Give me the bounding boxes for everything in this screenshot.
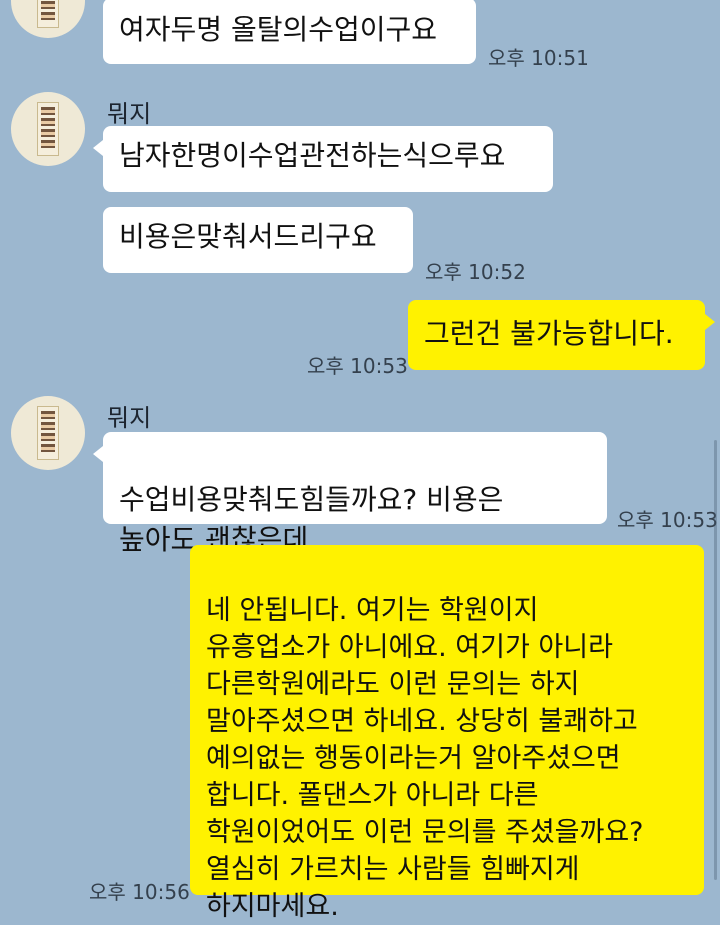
message-bubble[interactable]: 네 안됩니다. 여기는 학원이지 유흥업소가 아니에요. 여기가 아니라 다른학… [190,545,704,922]
message-time: 오후 10:51 [488,46,589,70]
message-bubble[interactable]: 여자두명 올탈의수업이구요 [103,0,476,64]
message-text: 남자한명이수업관전하는식으루요 [119,139,506,172]
sender-name: 뭐지 [107,100,152,128]
message-bubble[interactable]: 비용은맞춰서드리구요 [103,207,413,273]
message-time: 오후 10:52 [425,260,526,284]
message-text: 여자두명 올탈의수업이구요 [119,13,438,46]
chat-area[interactable]: 여자두명 올탈의수업이구요 오후 10:51 뭐지 남자한명이수업관전하는식으루… [0,0,720,922]
profile-avatar[interactable] [11,396,85,470]
sender-name: 뭐지 [107,404,152,432]
message-bubble[interactable]: 남자한명이수업관전하는식으루요 [93,126,553,192]
avatar-image [37,406,59,460]
message-text: 비용은맞춰서드리구요 [119,220,377,253]
message-time: 오후 10:53 [617,508,718,532]
avatar-image [37,102,59,156]
message-bubble[interactable]: 수업비용맞춰도힘들까요? 비용은 높아도 괜찮은데.. [93,432,607,556]
message-time: 오후 10:53 [307,354,408,378]
message-bubble[interactable]: 그런건 불가능합니다. [408,300,715,370]
message-text: 네 안됩니다. 여기는 학원이지 유흥업소가 아니에요. 여기가 아니라 다른학… [206,595,644,922]
avatar-image [37,0,59,28]
message-text: 그런건 불가능합니다. [424,317,674,350]
scrollbar[interactable] [714,440,717,880]
profile-avatar[interactable] [11,92,85,166]
profile-avatar[interactable] [11,0,85,38]
